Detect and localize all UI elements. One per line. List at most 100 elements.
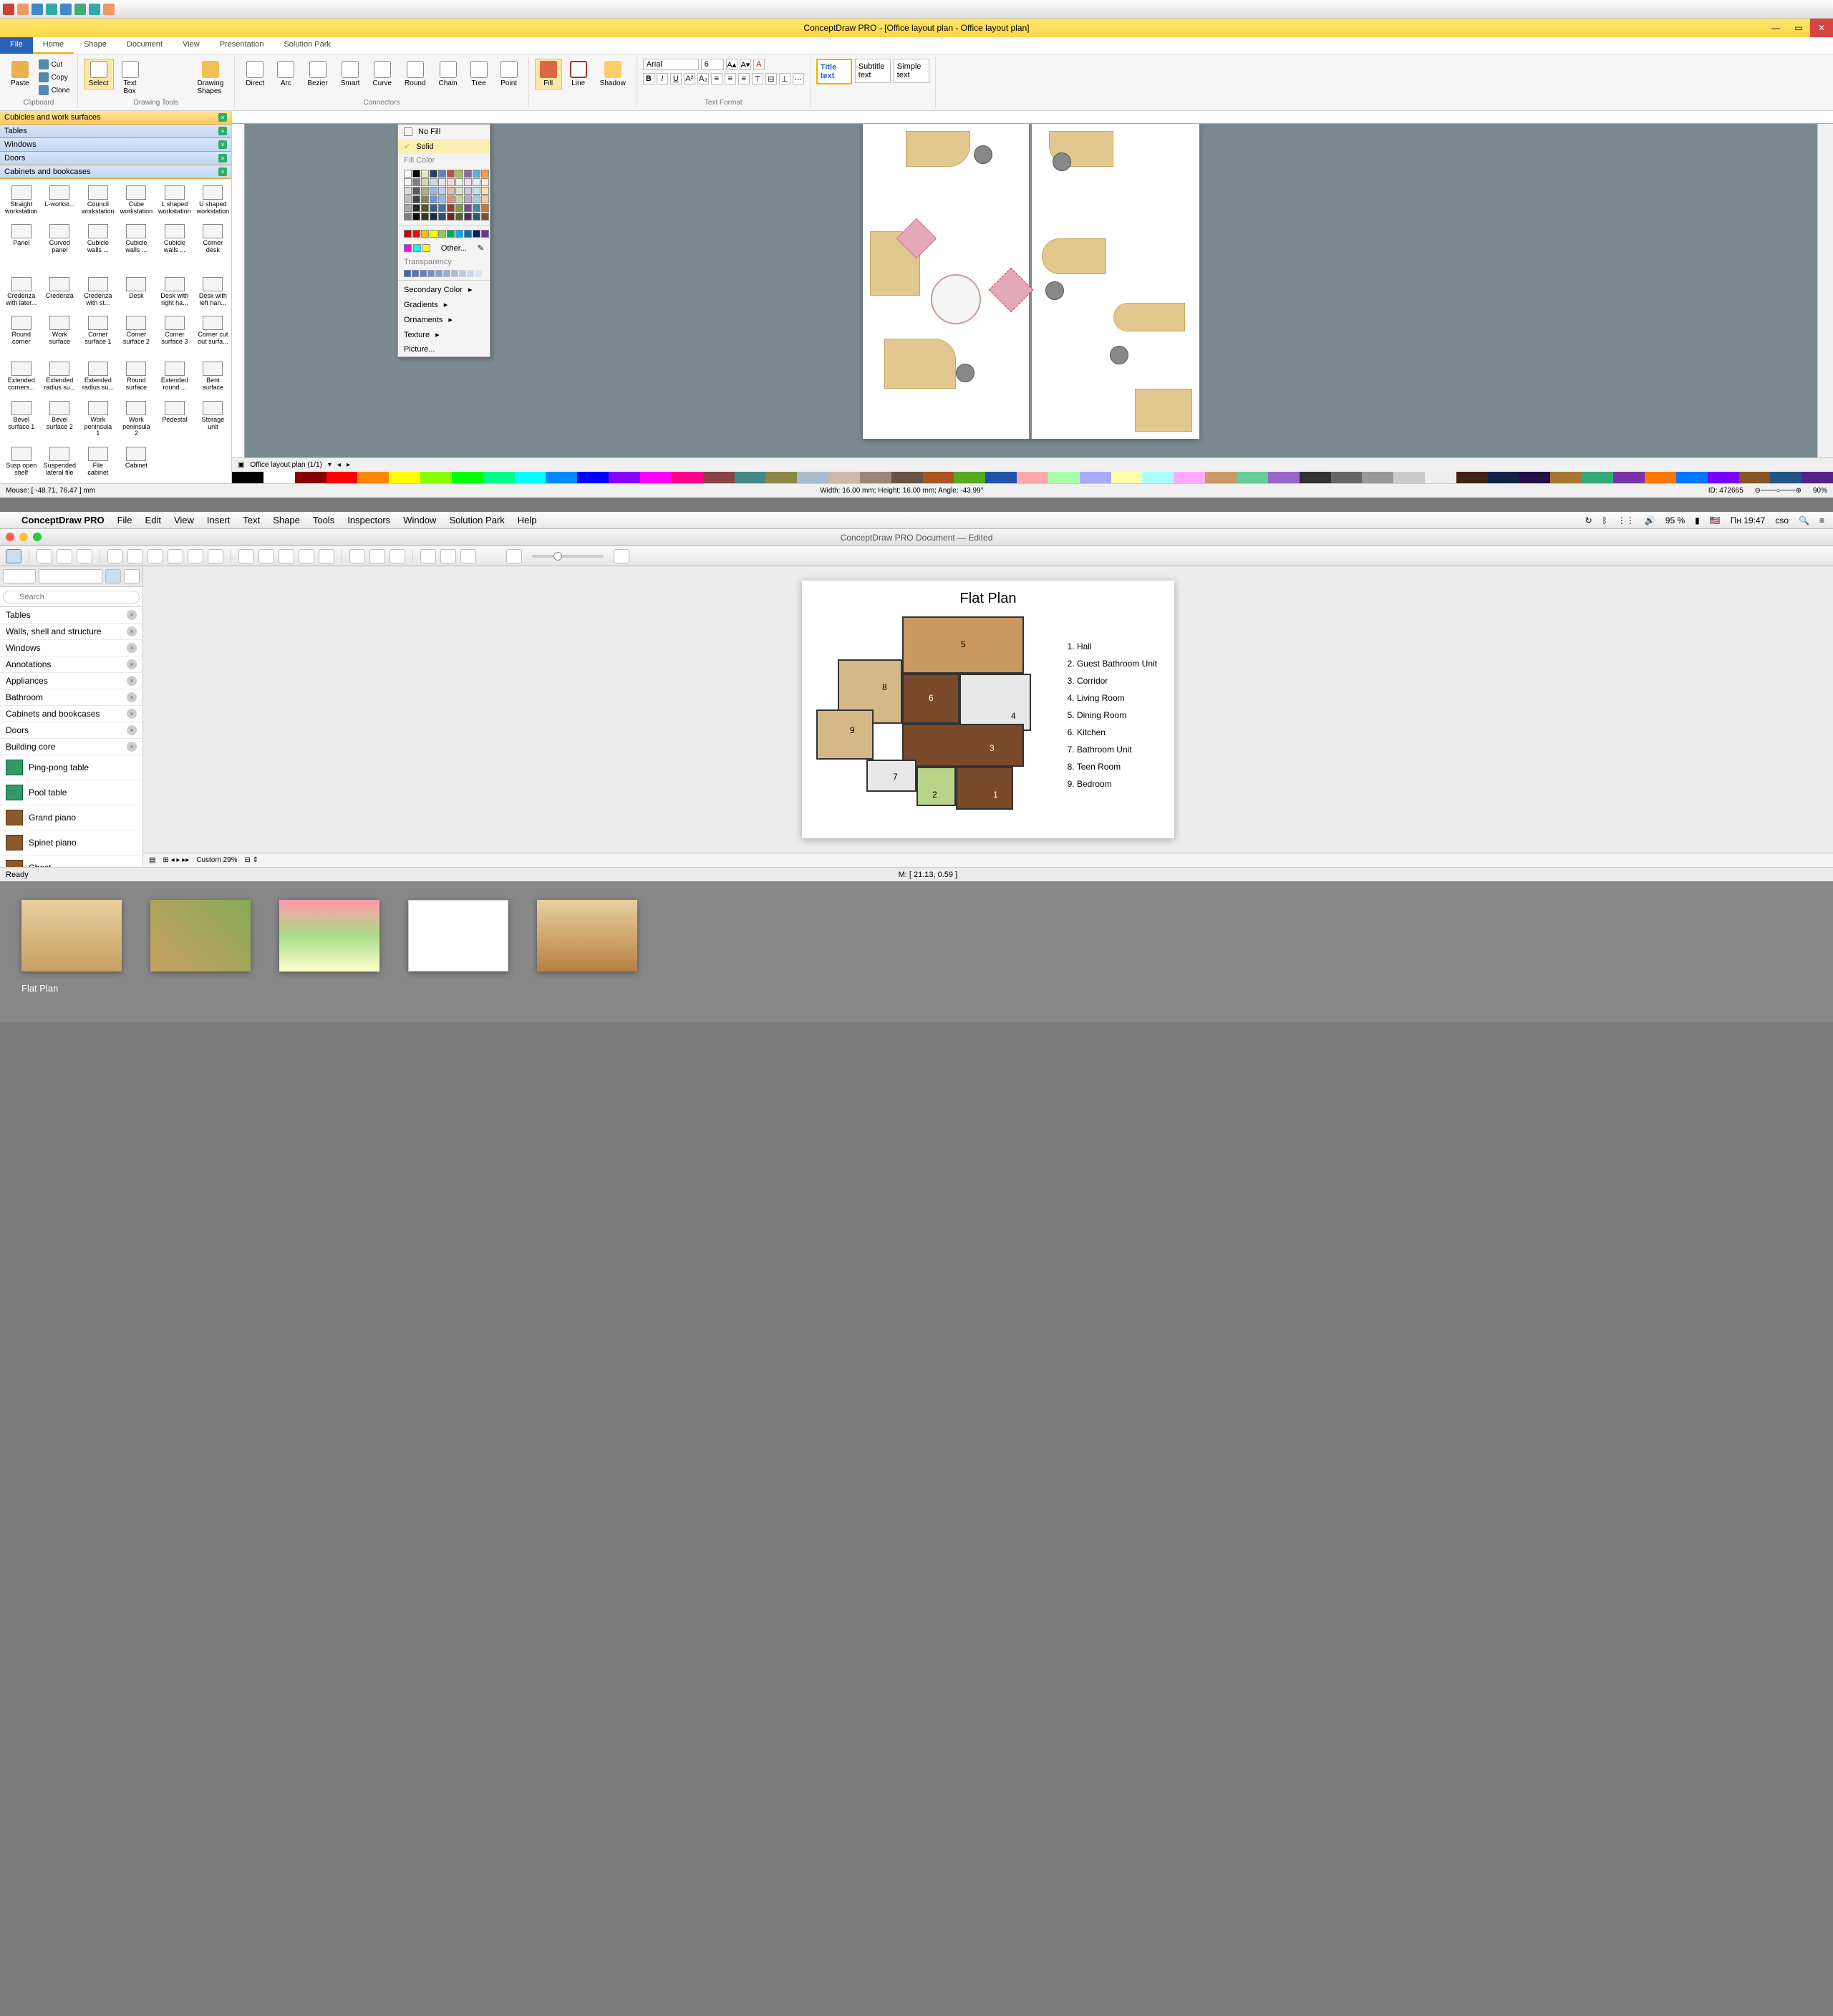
tab-outline-icon[interactable]: ▤ [149,856,155,864]
mac-shape-item[interactable]: Grand piano [0,805,142,830]
align-left-icon[interactable]: ≡ [711,73,722,84]
canvas[interactable]: No Fill ✓Solid Fill Color Other... ✎ Tra… [245,124,1817,457]
transparency-step[interactable] [420,270,427,277]
palette-color[interactable] [327,472,358,483]
panel-search-icon[interactable] [124,569,140,583]
transparency-step[interactable] [404,270,411,277]
wifi-icon[interactable]: ⋮⋮ [1617,515,1635,525]
palette-color[interactable] [295,472,327,483]
zoom-plus-icon[interactable] [614,549,629,563]
shape-item[interactable]: Suspended lateral file [42,443,79,480]
freehand-tool[interactable] [319,549,334,563]
conn-arc-tool[interactable] [127,549,143,563]
zoom-display[interactable]: Custom 29% [196,856,237,864]
palette-color[interactable] [1613,472,1645,483]
swatch[interactable] [430,187,437,195]
select-tool[interactable]: Select [84,59,114,89]
swatch[interactable] [438,170,446,178]
palette-color[interactable] [357,472,389,483]
transparency-step[interactable] [475,270,482,277]
swatch[interactable] [473,170,480,178]
color-palette-bar[interactable] [232,472,1833,483]
align-center-icon[interactable]: ≡ [725,73,736,84]
transparency-step[interactable] [412,270,419,277]
menu-help[interactable]: Help [518,515,537,525]
palette-color[interactable] [1708,472,1739,483]
mac-category[interactable]: Cabinets and bookcases× [0,706,142,722]
category-3[interactable]: Doors× [0,152,231,165]
swatch[interactable] [481,213,489,220]
shape-item[interactable]: Extended radius su... [42,358,79,395]
swatch[interactable] [412,178,420,186]
transparency-step[interactable] [427,270,435,277]
shape-item[interactable]: Cabinet [118,443,155,480]
mac-category[interactable]: Annotations× [0,656,142,673]
thumbnail-1[interactable]: Flat Plan [21,900,122,994]
palette-color[interactable] [1488,472,1519,483]
shape-item[interactable]: L shaped workstation [156,182,193,219]
qat-new-icon[interactable] [17,4,29,15]
text-tool[interactable] [77,549,92,563]
ellipse-tool[interactable] [57,549,72,563]
swatch[interactable] [481,178,489,186]
palette-color[interactable] [1770,472,1801,483]
qat-print-icon[interactable] [103,4,115,15]
shape-item[interactable]: Extended radius su... [79,358,117,395]
traffic-zoom[interactable] [33,533,42,541]
tab-home[interactable]: Home [33,37,74,54]
swatch[interactable] [438,230,446,238]
fill-other[interactable]: Other... [441,244,467,253]
transparency-step[interactable] [467,270,474,277]
shape-item[interactable]: Storage unit [195,397,231,442]
zoom-out-icon[interactable] [440,549,456,563]
transparency-step[interactable] [459,270,466,277]
user-name[interactable]: cso [1775,515,1789,525]
bold-icon[interactable]: B [643,73,654,84]
swatch[interactable] [473,230,480,238]
shape-item[interactable]: Credenza with later... [3,273,40,311]
app-name[interactable]: ConceptDraw PRO [21,515,105,525]
shape-item[interactable]: Desk [118,273,155,311]
mac-shape-item[interactable]: Ping-pong table [0,755,142,780]
swatch[interactable] [412,204,420,212]
tab-document[interactable]: Document [117,37,173,54]
traffic-close[interactable] [6,533,14,541]
connector-smart[interactable]: Smart [336,59,365,89]
style-subtitle[interactable]: Subtitle text [855,59,891,83]
swatch[interactable] [412,170,420,178]
swatch[interactable] [421,195,429,203]
copy-button[interactable]: Copy [37,72,72,83]
shape-item[interactable]: Panel [3,220,40,272]
palette-color[interactable] [1362,472,1393,483]
menu-tools[interactable]: Tools [313,515,334,525]
palette-color[interactable] [1456,472,1488,483]
swatch[interactable] [447,230,455,238]
connector-tree[interactable]: Tree [465,59,493,89]
palette-color[interactable] [923,472,954,483]
swatch[interactable] [421,204,429,212]
zoom-slider[interactable] [532,555,604,558]
palette-color[interactable] [1739,472,1771,483]
thumbnail-4[interactable] [408,900,508,994]
text-settings-icon[interactable]: ⋯ [793,73,804,84]
swatch[interactable] [421,170,429,178]
mac-category[interactable]: Building core× [0,739,142,755]
tab-add-icon[interactable]: ▣ [238,461,244,469]
style-simple[interactable]: Simple text [894,59,929,83]
superscript-icon[interactable]: A² [684,73,695,84]
tab-presentation[interactable]: Presentation [210,37,274,54]
palette-color[interactable] [1676,472,1708,483]
qat-undo-icon[interactable] [60,4,72,15]
palette-color[interactable] [1425,472,1456,483]
transparency-step[interactable] [435,270,442,277]
font-color-icon[interactable]: A [753,59,765,70]
palette-color[interactable] [1801,472,1833,483]
mac-category[interactable]: Windows× [0,640,142,656]
pointer-tool[interactable] [6,549,21,563]
swatch[interactable] [412,213,420,220]
swatch[interactable] [430,178,437,186]
minimize-button[interactable]: — [1764,19,1787,37]
zoom-fit-icon[interactable] [460,549,476,563]
category-1[interactable]: Tables× [0,125,231,138]
palette-color[interactable] [797,472,828,483]
